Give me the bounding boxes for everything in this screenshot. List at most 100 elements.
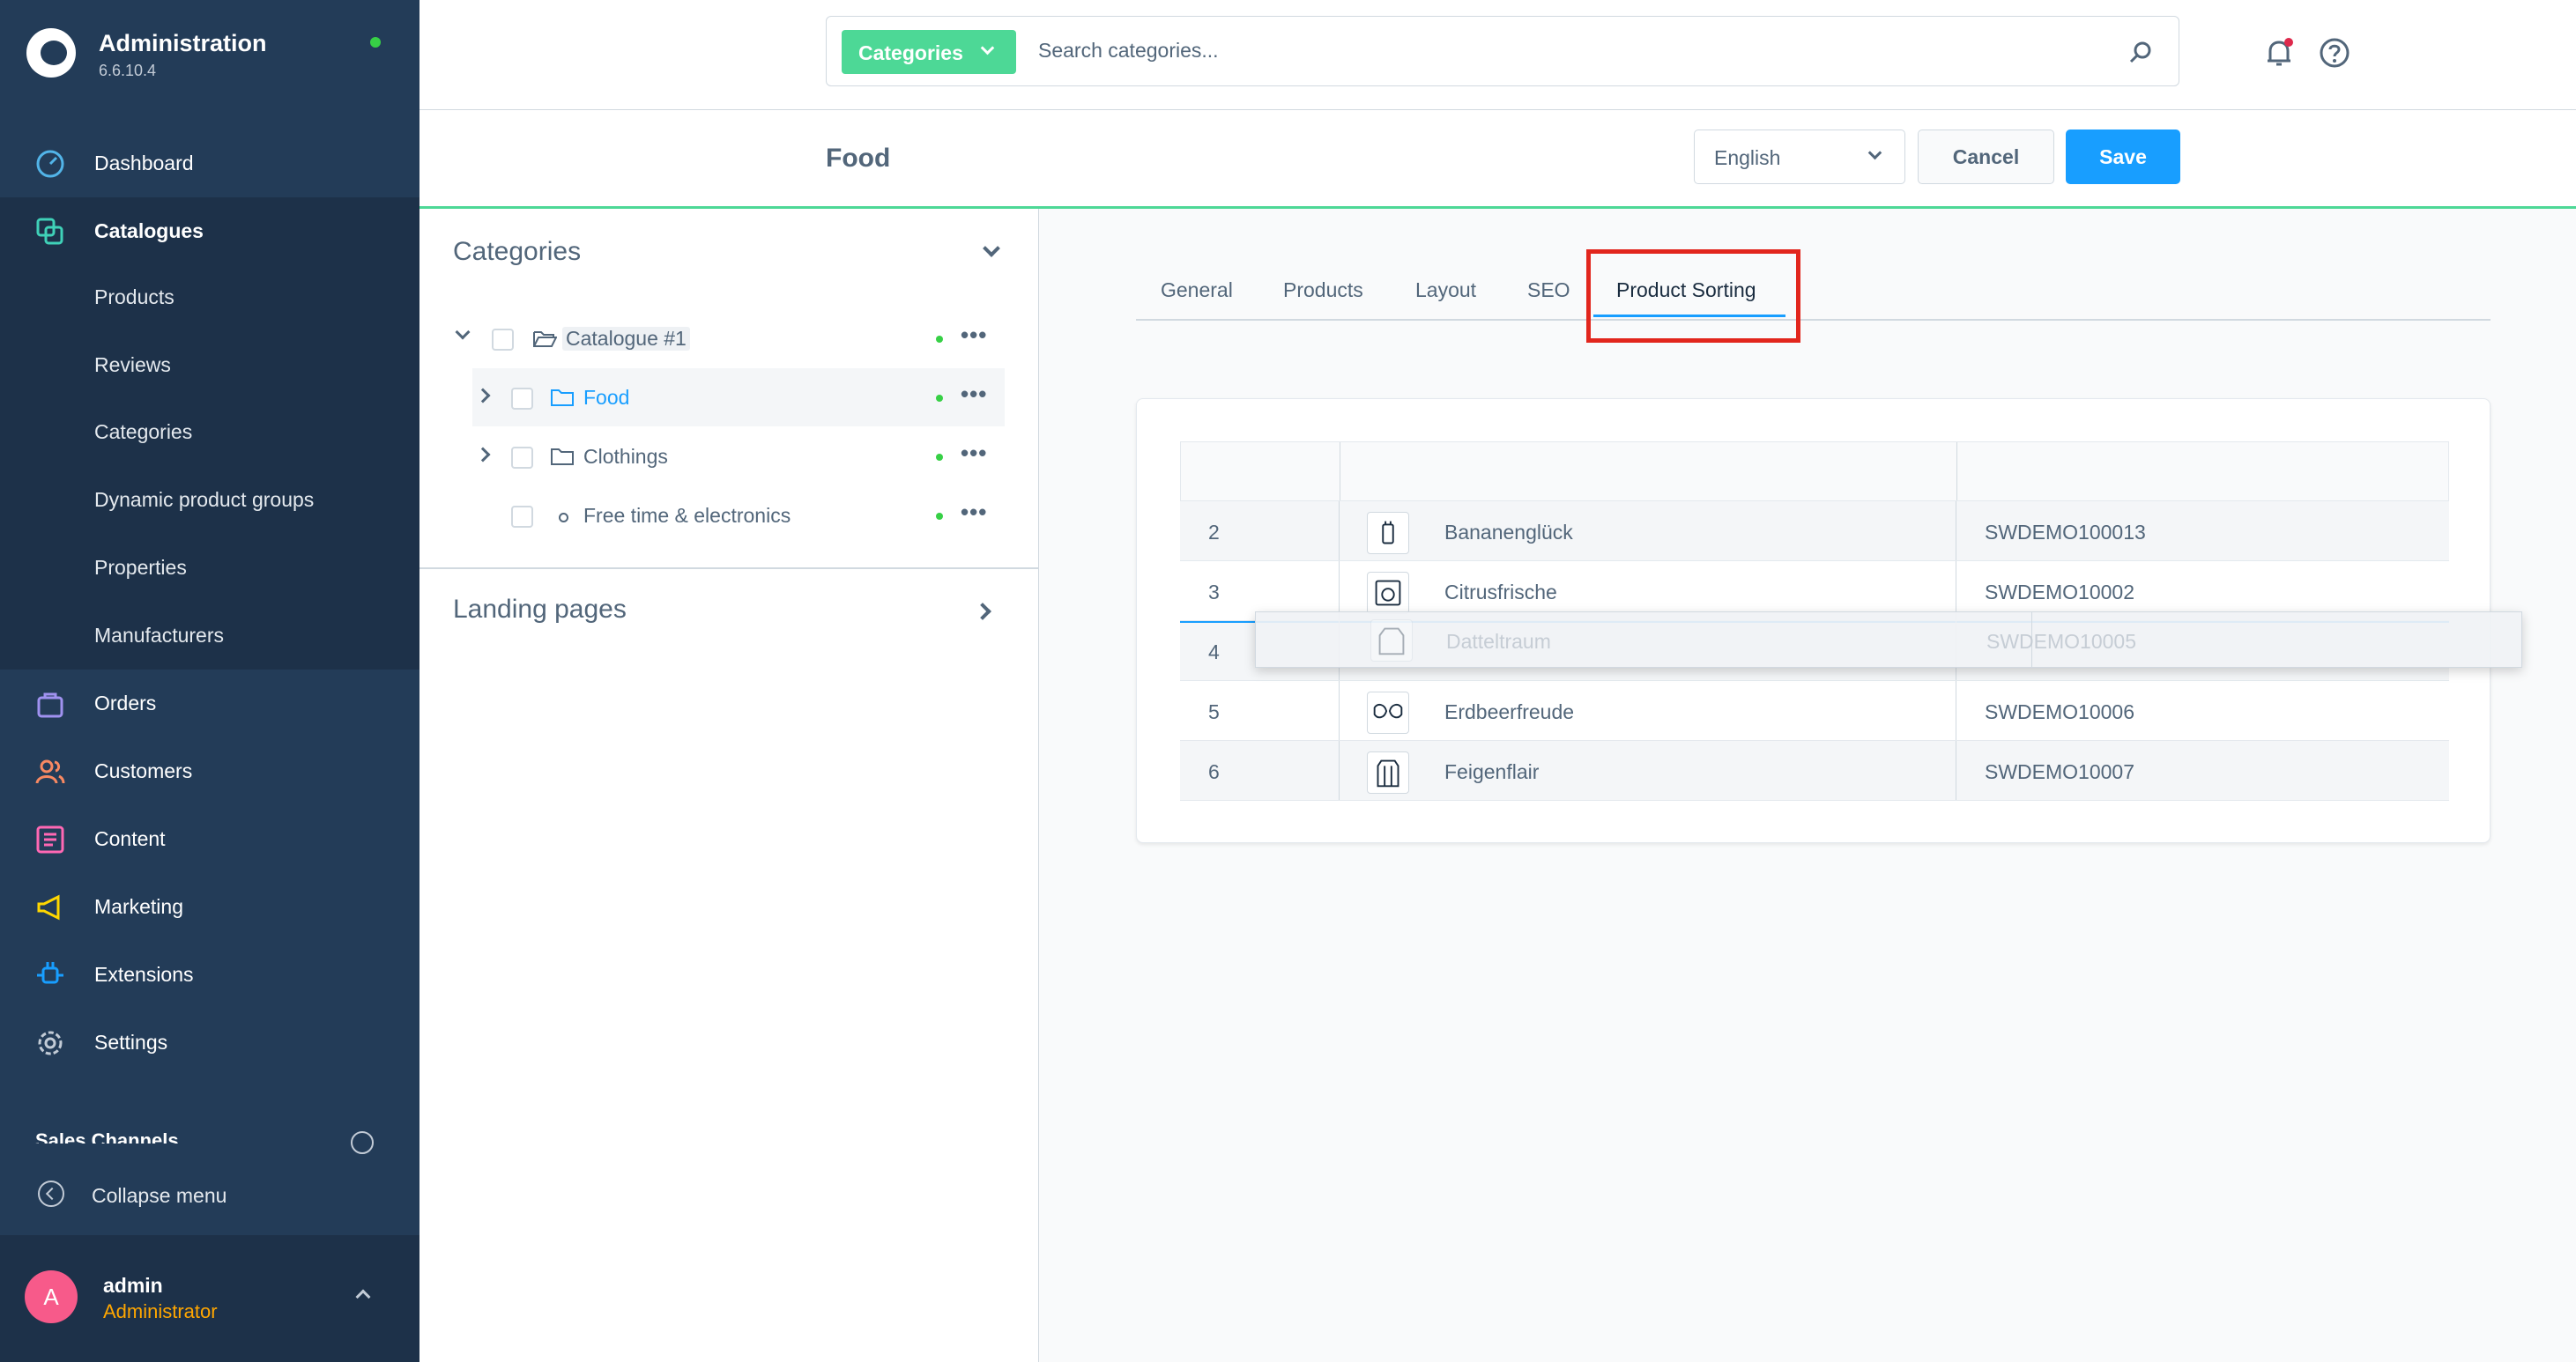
chevron-up-icon <box>355 1289 371 1305</box>
chevron-left-circle-icon <box>38 1181 64 1207</box>
product-thumbnail-icon <box>1367 512 1409 554</box>
collapse-menu-button[interactable]: Collapse menu <box>0 1154 419 1235</box>
product-name-cell: Bananenglück <box>1444 521 1573 544</box>
nav-marketing-label: Marketing <box>94 894 183 918</box>
product-number-cell: SWDEMO100013 <box>1985 521 2146 544</box>
table-row[interactable]: 5 Erdbeerfreude SWDEMO10006 <box>1180 681 2449 741</box>
more-actions-icon[interactable]: ••• <box>961 440 987 467</box>
avatar: A <box>25 1270 78 1323</box>
customers-icon <box>35 759 65 784</box>
nav-extensions-label: Extensions <box>94 962 194 986</box>
nav-catalogues[interactable]: Catalogues <box>0 197 419 264</box>
nav-marketing[interactable]: Marketing <box>0 873 419 940</box>
nav-sub-products[interactable]: Products <box>0 264 419 331</box>
tab-general[interactable]: General <box>1161 278 1233 302</box>
column-divider <box>1339 501 1340 560</box>
product-name-cell: Feigenflair <box>1444 760 1540 783</box>
chevron-down-icon[interactable] <box>983 240 1000 257</box>
position-cell: 3 <box>1208 581 1220 603</box>
column-divider <box>1956 442 1957 500</box>
tree-checkbox[interactable] <box>511 447 533 469</box>
nav-sub-label: Reviews <box>94 353 171 376</box>
bell-icon[interactable] <box>2263 37 2295 69</box>
nav-sub-categories[interactable]: Categories <box>0 399 419 466</box>
nav-sub-label: Manufacturers <box>94 624 225 647</box>
shopware-logo-icon[interactable] <box>26 28 76 78</box>
tree-item-catalogue[interactable]: Catalogue #1 ••• <box>451 309 1005 367</box>
chevron-right-icon[interactable] <box>475 447 491 463</box>
active-status-icon <box>936 454 943 461</box>
nav-dashboard[interactable]: Dashboard <box>0 130 419 196</box>
search-icon[interactable] <box>2127 40 2154 66</box>
tree-item-clothings[interactable]: Clothings ••• <box>472 427 1005 485</box>
tree-item-free-time-electronics[interactable]: Free time & electronics ••• <box>472 486 1005 544</box>
online-status-icon <box>370 37 381 48</box>
landing-pages-heading[interactable]: Landing pages <box>453 595 627 625</box>
chevron-down-icon[interactable] <box>455 324 471 340</box>
more-actions-icon[interactable]: ••• <box>961 381 987 408</box>
nav-sub-label: Products <box>94 285 174 308</box>
product-thumbnail-icon <box>1370 619 1413 662</box>
language-switch[interactable]: English <box>1694 130 1905 184</box>
product-thumbnail-icon <box>1367 572 1409 614</box>
nav-catalogues-label: Catalogues <box>94 218 204 242</box>
table-row[interactable]: 2 Bananenglück SWDEMO100013 <box>1180 501 2449 561</box>
smart-bar: Food English Cancel Save <box>419 110 2576 209</box>
position-cell: 6 <box>1208 760 1220 783</box>
help-icon[interactable] <box>2319 37 2350 69</box>
position-cell: 5 <box>1208 700 1220 723</box>
tree-item-food[interactable]: Food ••• <box>472 368 1005 426</box>
annotation-highlight-box <box>1586 249 1800 343</box>
language-label: English <box>1714 146 1781 169</box>
sales-channels-heading: Sales Channels <box>35 1129 179 1144</box>
more-actions-icon[interactable]: ••• <box>961 499 987 526</box>
nav-extensions[interactable]: Extensions <box>0 941 419 1008</box>
tab-seo[interactable]: SEO <box>1527 278 1570 302</box>
shopping-bag-icon <box>37 692 63 718</box>
nav-sub-properties[interactable]: Properties <box>0 535 419 602</box>
app-version: 6.6.10.4 <box>99 62 157 79</box>
column-divider <box>1339 681 1340 740</box>
nav-sub-reviews[interactable]: Reviews <box>0 332 419 399</box>
nav-content[interactable]: Content <box>0 805 419 872</box>
table-row[interactable]: 6 Feigenflair SWDEMO10007 <box>1180 741 2449 801</box>
nav-sub-label: Dynamic product groups <box>94 488 315 511</box>
tree-item-label: Free time & electronics <box>583 504 791 527</box>
nav-content-label: Content <box>94 826 166 850</box>
nav-orders[interactable]: Orders <box>0 670 419 737</box>
tree-checkbox[interactable] <box>511 388 533 410</box>
tab-products[interactable]: Products <box>1283 278 1363 302</box>
nav-sub-dynamic-product-groups[interactable]: Dynamic product groups <box>0 467 419 534</box>
user-name: admin <box>103 1274 163 1297</box>
more-actions-icon[interactable]: ••• <box>961 322 987 349</box>
tree-checkbox[interactable] <box>511 506 533 528</box>
tree-checkbox[interactable] <box>492 329 514 351</box>
product-thumbnail-icon <box>1367 751 1409 794</box>
tab-layout[interactable]: Layout <box>1415 278 1476 302</box>
product-number-cell: SWDEMO10006 <box>1985 700 2135 723</box>
position-cell: 4 <box>1208 640 1220 663</box>
add-sales-channel-icon[interactable] <box>351 1131 374 1154</box>
user-menu[interactable]: A admin Administrator <box>0 1235 419 1362</box>
nav-customers[interactable]: Customers <box>0 737 419 804</box>
search-type-dropdown[interactable]: Categories <box>842 30 1016 74</box>
position-cell: 2 <box>1208 521 1220 544</box>
product-number-cell: SWDEMO10005 <box>1986 630 2137 653</box>
nav-sub-manufacturers[interactable]: Manufacturers <box>0 603 419 670</box>
product-number-cell: SWDEMO10007 <box>1985 760 2135 783</box>
nav-settings[interactable]: Settings <box>0 1009 419 1076</box>
nav-settings-label: Settings <box>94 1030 168 1054</box>
sidebar-header: Administration 6.6.10.4 <box>0 0 419 110</box>
chevron-down-icon <box>1867 145 1882 160</box>
save-button[interactable]: Save <box>2066 130 2180 184</box>
nav-customers-label: Customers <box>94 759 193 782</box>
dragged-row-ghost[interactable]: Datteltraum SWDEMO10005 <box>1255 611 2522 668</box>
chevron-right-icon[interactable] <box>974 603 991 620</box>
cancel-button[interactable]: Cancel <box>1918 130 2054 184</box>
sidebar: Administration 6.6.10.4 Dashboard Catalo… <box>0 0 419 1362</box>
chevron-right-icon[interactable] <box>475 388 491 403</box>
product-name-cell: Erdbeerfreude <box>1444 700 1575 723</box>
chevron-down-icon <box>980 41 995 56</box>
dashboard-icon <box>36 150 64 178</box>
search-input[interactable] <box>1038 33 2096 68</box>
